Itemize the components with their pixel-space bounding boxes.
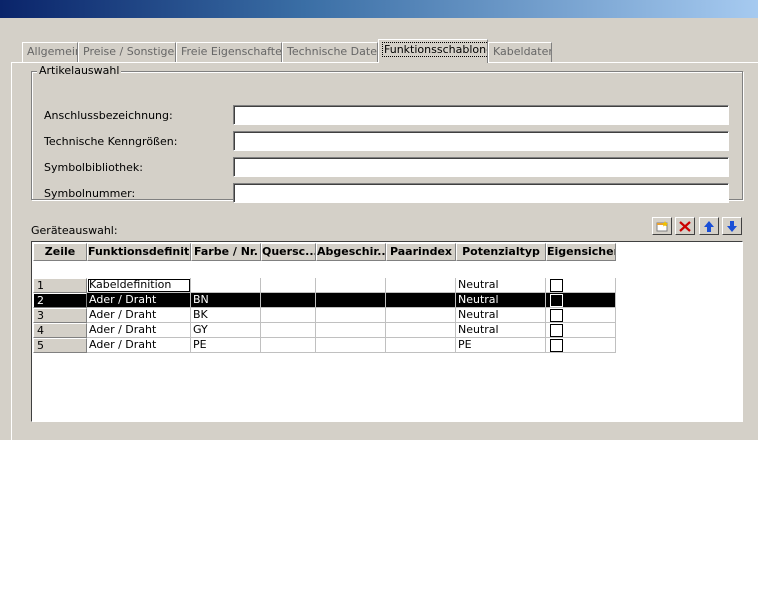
cell-abgeschirmt[interactable] (316, 308, 386, 323)
cell-eigensicher[interactable] (546, 308, 616, 323)
cell-funktion[interactable]: Ader / Draht (87, 323, 191, 338)
move-up-button[interactable] (699, 217, 719, 235)
cell-farbe[interactable] (191, 278, 261, 293)
cell-funktion[interactable]: Ader / Draht (87, 308, 191, 323)
cell-eigensicher[interactable] (546, 338, 616, 353)
delete-x-icon (679, 220, 691, 232)
cell-eigensicher[interactable] (546, 278, 616, 293)
move-down-button[interactable] (722, 217, 742, 235)
new-row-icon (656, 220, 668, 231)
cell-querschnitt[interactable] (261, 308, 316, 323)
anschlussbezeichnung-input[interactable] (233, 105, 729, 125)
cell-paarindex[interactable] (386, 308, 456, 323)
cell-potenzialtyp[interactable]: Neutral (456, 293, 546, 308)
tab-freie-eigenschaften[interactable]: Freie Eigenschaften (176, 42, 282, 62)
col-header-paarindex[interactable]: Paarindex (386, 243, 456, 261)
row-number[interactable]: 5 (33, 338, 87, 353)
cell-potenzialtyp[interactable]: Neutral (456, 308, 546, 323)
col-header-funktionsdefinition[interactable]: Funktionsdefinit... (87, 243, 191, 261)
cell-abgeschirmt[interactable] (316, 338, 386, 353)
cell-potenzialtyp[interactable]: Neutral (456, 323, 546, 338)
row-number[interactable]: 4 (33, 323, 87, 338)
table-row[interactable]: 3 Ader / Draht BK Neutral (33, 308, 616, 323)
cell-abgeschirmt[interactable] (316, 293, 386, 308)
arrow-up-icon (704, 220, 714, 232)
cell-eigensicher[interactable] (546, 293, 616, 308)
col-header-abgeschirmt[interactable]: Abgeschir... (316, 243, 386, 261)
table-row[interactable]: 4 Ader / Draht GY Neutral (33, 323, 616, 338)
label-anschlussbezeichnung: Anschlussbezeichnung: (44, 109, 173, 122)
cell-querschnitt[interactable] (261, 338, 316, 353)
label-symbolbibliothek: Symbolbibliothek: (44, 161, 143, 174)
tab-preise-sonstiges[interactable]: Preise / Sonstiges (78, 42, 176, 62)
tab-kabeldaten[interactable]: Kabeldaten (488, 42, 552, 62)
cell-farbe[interactable]: BN (191, 293, 261, 308)
window-titlebar (0, 0, 758, 18)
cell-farbe[interactable]: PE (191, 338, 261, 353)
eigensicher-checkbox[interactable] (550, 324, 563, 337)
empty-area (0, 440, 758, 600)
table-row[interactable]: 5 Ader / Draht PE PE (33, 338, 616, 353)
col-header-querschnitt[interactable]: Quersc... (261, 243, 316, 261)
cell-eigensicher[interactable] (546, 323, 616, 338)
eigensicher-checkbox[interactable] (550, 309, 563, 322)
cell-potenzialtyp[interactable]: PE (456, 338, 546, 353)
symbolbibliothek-input[interactable] (233, 157, 729, 177)
cell-funktion[interactable]: Ader / Draht (87, 338, 191, 353)
cell-potenzialtyp[interactable]: Neutral (456, 278, 546, 293)
tab-technische-daten[interactable]: Technische Daten (282, 42, 378, 62)
table-row[interactable]: 2 Ader / Draht BN Neutral (33, 293, 616, 308)
label-technische-kenngroessen: Technische Kenngrößen: (44, 135, 178, 148)
cell-abgeschirmt[interactable] (316, 278, 386, 293)
cell-querschnitt[interactable] (261, 323, 316, 338)
arrow-down-icon (727, 220, 737, 232)
col-header-potenzialtyp[interactable]: Potenzialtyp (456, 243, 546, 261)
cell-abgeschirmt[interactable] (316, 323, 386, 338)
cell-paarindex[interactable] (386, 278, 456, 293)
table-row[interactable]: 1 Kabeldefinition Neutral (33, 278, 616, 293)
col-header-farbe[interactable]: Farbe / Nr. (191, 243, 261, 261)
label-symbolnummer: Symbolnummer: (44, 187, 136, 200)
delete-row-button[interactable] (675, 217, 695, 235)
device-selection-label: Geräteauswahl: (31, 224, 118, 237)
row-number[interactable]: 2 (33, 293, 87, 308)
tab-allgemein[interactable]: Allgemein (22, 42, 78, 62)
row-number[interactable]: 1 (33, 278, 87, 293)
col-header-zeile[interactable]: Zeile (33, 243, 87, 261)
cell-funktion[interactable]: Kabeldefinition (87, 278, 191, 293)
eigensicher-checkbox[interactable] (550, 294, 563, 307)
article-selection-title: Artikelauswahl (37, 64, 122, 77)
cell-funktion[interactable]: Ader / Draht (87, 293, 191, 308)
cell-farbe[interactable]: GY (191, 323, 261, 338)
new-row-button[interactable] (652, 217, 672, 235)
col-header-eigensicher[interactable]: Eigensicher (546, 243, 616, 261)
cell-querschnitt[interactable] (261, 293, 316, 308)
technische-kenngroessen-input[interactable] (233, 131, 729, 151)
cell-paarindex[interactable] (386, 323, 456, 338)
symbolnummer-input[interactable] (233, 183, 729, 203)
eigensicher-checkbox[interactable] (550, 279, 563, 292)
cell-paarindex[interactable] (386, 338, 456, 353)
eigensicher-checkbox[interactable] (550, 339, 563, 352)
cell-querschnitt[interactable] (261, 278, 316, 293)
cell-farbe[interactable]: BK (191, 308, 261, 323)
row-number[interactable]: 3 (33, 308, 87, 323)
device-grid[interactable]: Zeile Funktionsdefinit... Farbe / Nr. Qu… (31, 241, 743, 422)
tab-funktionsschablone[interactable]: Funktionsschablone (378, 39, 488, 63)
cell-paarindex[interactable] (386, 293, 456, 308)
